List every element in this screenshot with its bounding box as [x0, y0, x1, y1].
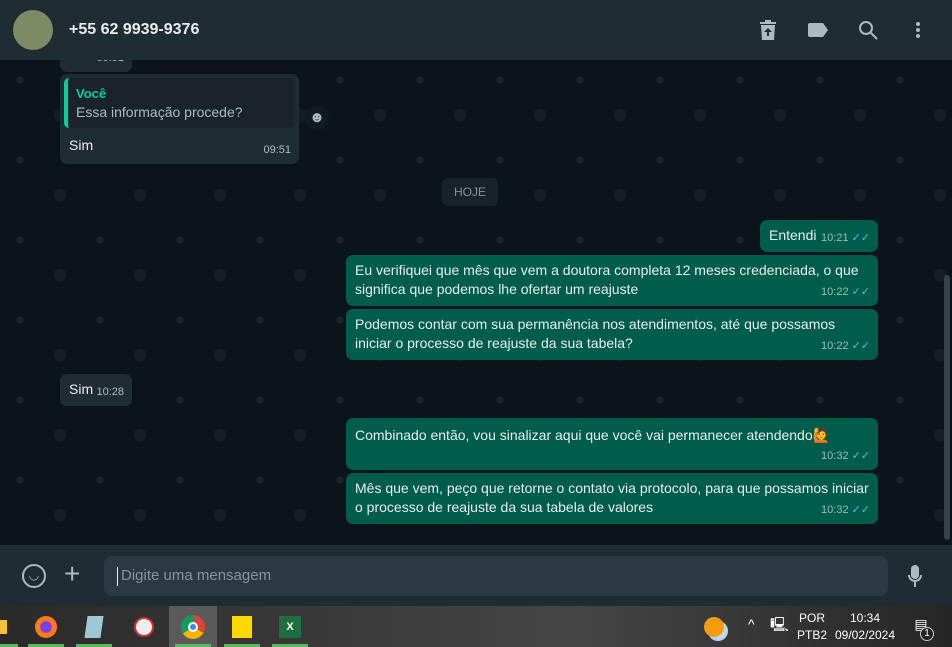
message-time: 10:22 ✓✓: [821, 286, 870, 298]
message-list: 09:51 Você Essa informação procede? Sim …: [0, 60, 952, 545]
message-outgoing[interactable]: Eu verifiquei que mês que vem a doutora …: [346, 255, 878, 306]
message-time: 10:28: [96, 386, 124, 398]
excel-icon[interactable]: X: [266, 606, 314, 647]
message-outgoing[interactable]: Podemos contar com sua permanência nos a…: [346, 309, 878, 360]
contact-name[interactable]: +55 62 9939-9376: [69, 21, 199, 39]
message-text: Entendi: [769, 227, 817, 243]
raised-hand-emoji: 🙋: [812, 427, 831, 443]
message-text: Sim: [69, 381, 94, 397]
label-icon[interactable]: [806, 18, 830, 42]
composer: ◡ + Digite uma mensagem: [0, 545, 952, 606]
snipping-tool-icon[interactable]: [120, 606, 168, 647]
quoted-message[interactable]: Você Essa informação procede?: [64, 78, 295, 128]
message-text: Mês que vem, peço que retorne o contato …: [355, 480, 869, 515]
message-time: 09:51: [96, 60, 124, 68]
message-incoming[interactable]: 09:51: [60, 60, 132, 72]
message-input[interactable]: Digite uma mensagem: [104, 556, 888, 596]
attach-plus-icon[interactable]: +: [64, 560, 80, 588]
message-outgoing[interactable]: Combinado então, vou sinalizar aqui que …: [346, 418, 878, 470]
language-indicator[interactable]: POR PTB2: [797, 606, 827, 644]
search-icon[interactable]: [856, 18, 880, 42]
read-ticks-icon: ✓✓: [851, 232, 870, 244]
sticky-notes-icon[interactable]: [218, 606, 266, 647]
clock[interactable]: 10:34 09/02/2024: [834, 606, 896, 644]
react-emoji-button[interactable]: ☻: [305, 106, 329, 130]
read-ticks-icon: ✓✓: [851, 450, 870, 462]
message-outgoing[interactable]: Mês que vem, peço que retorne o contato …: [346, 473, 878, 524]
message-text: Combinado então, vou sinalizar aqui que …: [355, 427, 813, 443]
quote-text: Essa informação procede?: [76, 104, 243, 120]
quote-author: Você: [76, 86, 107, 101]
message-text: Sim: [69, 137, 94, 153]
firefox-icon[interactable]: [22, 606, 70, 647]
show-hidden-icons-icon[interactable]: ^: [748, 612, 755, 633]
notification-center-icon[interactable]: ▤ 1: [908, 612, 934, 641]
menu-icon[interactable]: [906, 18, 930, 42]
message-time: 10:32 ✓✓: [821, 504, 870, 516]
chrome-icon[interactable]: [169, 606, 217, 647]
emoji-icon[interactable]: ◡: [22, 564, 46, 588]
message-time: 09:51: [263, 144, 291, 156]
network-icon[interactable]: 🖳: [770, 612, 789, 633]
notepad-icon[interactable]: [70, 606, 118, 647]
contact-avatar[interactable]: [13, 10, 53, 50]
chat-header: +55 62 9939-9376: [0, 0, 952, 60]
date-divider: HOJE: [442, 178, 499, 206]
message-incoming[interactable]: Sim 10:28: [60, 374, 132, 406]
message-text: Eu verifiquei que mês que vem a doutora …: [355, 262, 859, 297]
read-ticks-icon: ✓✓: [851, 504, 870, 516]
read-ticks-icon: ✓✓: [851, 340, 870, 352]
weather-icon[interactable]: [690, 606, 738, 647]
message-incoming-reply[interactable]: Você Essa informação procede? Sim 09:51: [60, 74, 299, 164]
message-time: 10:32 ✓✓: [821, 450, 870, 462]
file-explorer-icon[interactable]: [0, 606, 24, 647]
message-time: 10:21 ✓✓: [821, 232, 870, 244]
microphone-icon[interactable]: [908, 565, 922, 592]
message-text: Podemos contar com sua permanência nos a…: [355, 316, 836, 351]
read-ticks-icon: ✓✓: [851, 286, 870, 298]
message-time: 10:22 ✓✓: [821, 340, 870, 352]
windows-taskbar: X ^ 🖳 POR PTB2 10:34 09/02/2024 ▤ 1: [0, 606, 952, 647]
archive-icon[interactable]: [756, 18, 780, 42]
message-outgoing[interactable]: Entendi 10:21 ✓✓: [760, 220, 878, 252]
scrollbar[interactable]: [944, 275, 950, 540]
